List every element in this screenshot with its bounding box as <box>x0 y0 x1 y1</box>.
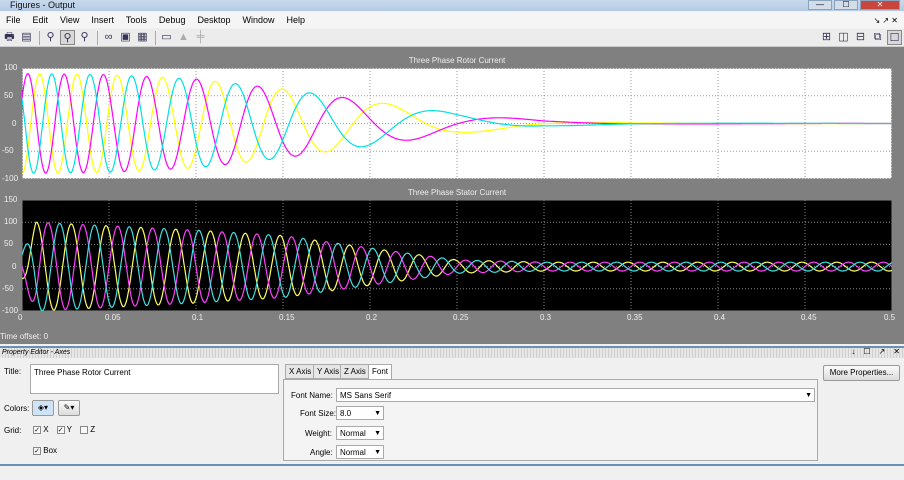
maximize-panel-icon[interactable]: ☐ <box>863 347 870 356</box>
status-bar <box>0 464 904 480</box>
edge-color-button[interactable]: ✎▾ <box>58 400 80 416</box>
minimize-button[interactable]: — <box>808 0 832 10</box>
x-tick-label: 0.05 <box>105 313 121 322</box>
rotor-current-axes[interactable] <box>22 68 892 179</box>
font-name-select[interactable]: MS Sans Serif ▼ <box>336 388 815 402</box>
zoom-in-icon[interactable]: ⚲ <box>43 30 58 45</box>
minimize-panel-icon[interactable]: ↓ <box>851 347 855 356</box>
paint-bucket-icon: ◈▾ <box>37 403 49 412</box>
brush-icon[interactable]: ▦ <box>135 30 150 45</box>
menu-edit[interactable]: Edit <box>27 15 55 25</box>
axes-background <box>22 200 892 311</box>
tab-x-axis[interactable]: X Axis <box>285 364 316 379</box>
dock-icon[interactable]: ▭ <box>159 30 174 45</box>
title-bar: Figures - Output — ☐ ✕ <box>0 0 904 11</box>
more-properties-button[interactable]: More Properties... <box>823 365 900 381</box>
window-title: Figures - Output <box>10 0 76 10</box>
y-tick-label: 50 <box>4 239 13 249</box>
y-tick-label: -50 <box>2 283 14 293</box>
rotor-plot-title: Three Phase Rotor Current <box>408 56 506 65</box>
x-tick-label: 0.3 <box>540 313 552 322</box>
tab-z-axis[interactable]: Z Axis <box>340 364 370 379</box>
x-tick-label: 0.1 <box>192 313 204 322</box>
split-horizontal-icon[interactable]: ⊟ <box>853 30 868 45</box>
angle-select[interactable]: Normal ▼ <box>336 445 384 459</box>
paste-icon[interactable]: ▤ <box>19 30 34 45</box>
property-editor-header: Property Editor - Axes <box>0 346 904 358</box>
y-tick-label: 150 <box>4 195 18 204</box>
close-button[interactable]: ✕ <box>860 0 900 10</box>
stator-current-axes[interactable] <box>22 200 892 311</box>
x-tick-label: 0.45 <box>801 313 817 322</box>
weight-select[interactable]: Normal ▼ <box>336 426 384 440</box>
menu-bar: File Edit View Insert Tools Debug Deskto… <box>0 12 904 28</box>
grid-y-checkbox[interactable]: ✓ Y <box>56 425 72 434</box>
box-checkbox[interactable]: ✓ Box <box>33 446 57 455</box>
close-panel-icon[interactable]: ✕ <box>893 347 900 356</box>
menu-window[interactable]: Window <box>236 15 280 25</box>
x-tick-label: 0.25 <box>453 313 469 322</box>
menu-insert[interactable]: Insert <box>85 15 120 25</box>
zoom-out-icon[interactable]: ⚲ <box>60 30 75 45</box>
title-input[interactable]: Three Phase Rotor Current <box>30 364 279 394</box>
print-icon[interactable]: 🖶 <box>2 30 17 45</box>
x-tick-label: 0 <box>18 313 23 322</box>
y-tick-label: 50 <box>4 90 13 100</box>
grid-x-checkbox[interactable]: ✓ X <box>33 425 49 434</box>
tab-font[interactable]: Font <box>368 364 393 380</box>
title-label: Title: <box>4 367 22 376</box>
x-tick-label: 0.35 <box>627 313 643 322</box>
zoom-icon[interactable]: ⚲ <box>77 30 92 45</box>
y-tick-label: -50 <box>2 146 14 156</box>
split-vertical-icon[interactable]: ◫ <box>836 30 851 45</box>
toolbar: 🖶 ▤ ⚲ ⚲ ⚲ ∞ ▣ ▦ ▭ ▲ ╪ ⊞ ◫ ⊟ ⧉ ☐ <box>0 29 904 47</box>
title-value: Three Phase Rotor Current <box>34 368 131 377</box>
data-cursor-icon[interactable]: ▣ <box>118 30 133 45</box>
menu-view[interactable]: View <box>54 15 85 25</box>
tile-grid-icon[interactable]: ⊞ <box>819 30 834 45</box>
binoculars-icon[interactable]: ∞ <box>101 30 116 45</box>
chevron-down-icon: ▼ <box>374 410 381 417</box>
colors-label: Colors: <box>4 404 30 413</box>
maximize-button[interactable]: ☐ <box>834 0 858 10</box>
time-offset-label: Time offset: <box>0 332 42 341</box>
weight-label: Weight: <box>305 429 332 438</box>
time-offset: Time offset: 0 <box>0 332 48 341</box>
stator-plot-title: Three Phase Stator Current <box>407 188 507 197</box>
menu-file[interactable]: File <box>0 15 27 25</box>
font-size-select[interactable]: 8.0 ▼ <box>336 406 384 420</box>
menu-tools[interactable]: Tools <box>120 15 153 25</box>
menu-debug[interactable]: Debug <box>153 15 192 25</box>
y-tick-label: 0 <box>12 261 17 271</box>
time-offset-value: 0 <box>43 332 49 341</box>
y-tick-label: 100 <box>4 63 18 72</box>
chevron-down-icon: ▼ <box>374 449 381 456</box>
angle-label: Angle: <box>310 448 333 457</box>
y-tick-label: -100 <box>2 306 19 315</box>
y-tick-label: 100 <box>4 217 18 227</box>
menu-desktop[interactable]: Desktop <box>191 15 236 25</box>
undock-icon[interactable]: ↘ ↗ ✕ <box>867 16 904 25</box>
chevron-down-icon: ▼ <box>374 430 381 437</box>
chevron-down-icon: ▼ <box>805 392 812 399</box>
undock-panel-icon[interactable]: ↗ <box>879 347 886 356</box>
maximize-icon[interactable]: ☐ <box>887 30 902 45</box>
pen-icon: ✎▾ <box>63 403 75 412</box>
x-tick-label: 0.4 <box>714 313 726 322</box>
x-tick-label: 0.2 <box>366 313 378 322</box>
y-tick-label: -100 <box>2 174 19 183</box>
menu-help[interactable]: Help <box>281 15 312 25</box>
x-tick-label: 0.15 <box>279 313 295 322</box>
tab-y-axis[interactable]: Y Axis <box>313 364 344 379</box>
link-icon[interactable]: ╪ <box>193 30 208 45</box>
float-icon[interactable]: ⧉ <box>870 30 885 45</box>
face-color-button[interactable]: ◈▾ <box>32 400 54 416</box>
y-tick-label: 0 <box>12 118 17 128</box>
lock-icon[interactable]: ▲ <box>176 30 191 45</box>
grid-label: Grid: <box>4 426 22 435</box>
x-tick-label: 0.5 <box>884 313 896 322</box>
font-name-label: Font Name: <box>291 391 333 400</box>
font-size-label: Font Size: <box>300 409 337 418</box>
grid-z-checkbox[interactable]: Z <box>80 425 95 434</box>
